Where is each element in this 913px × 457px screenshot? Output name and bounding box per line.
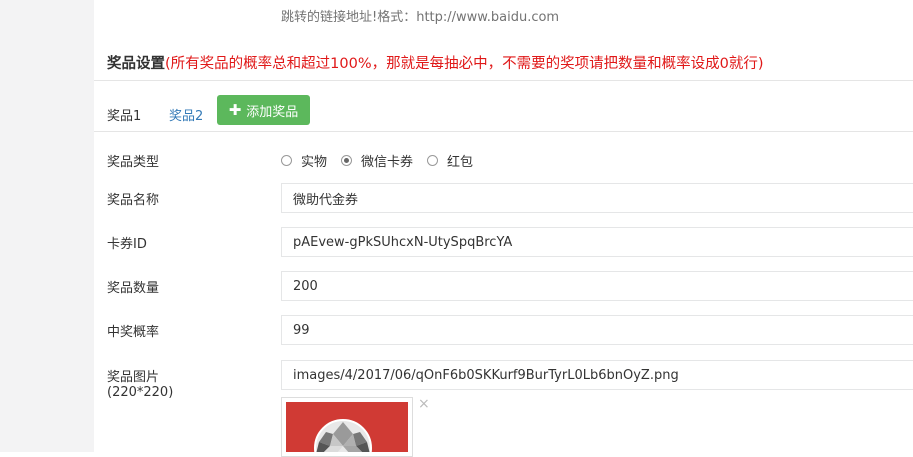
prize-name-input[interactable]: 微助代金券 bbox=[281, 183, 913, 213]
left-gutter bbox=[0, 0, 94, 452]
divider bbox=[94, 80, 913, 81]
radio-wechat-card[interactable]: 微信卡券 bbox=[341, 151, 413, 170]
plus-icon: ✚ bbox=[228, 100, 242, 119]
section-title-text: 奖品设置 bbox=[107, 56, 165, 72]
divider bbox=[94, 131, 913, 132]
add-prize-button[interactable]: ✚ 添加奖品 bbox=[217, 95, 310, 125]
radio-circle[interactable] bbox=[281, 155, 292, 166]
prize-type-radio-group: 实物 微信卡券 红包 bbox=[281, 151, 487, 170]
link-hint: 跳转的链接地址!格式：http://www.baidu.com bbox=[281, 10, 560, 25]
tab-prize-1[interactable]: 奖品1 bbox=[107, 105, 141, 124]
prize-image-size-note: (220*220) bbox=[107, 385, 174, 400]
win-probability-input[interactable]: 99 bbox=[281, 315, 913, 345]
diamond-image bbox=[286, 402, 408, 452]
prize-name-label: 奖品名称 bbox=[107, 193, 160, 208]
add-prize-label: 添加奖品 bbox=[246, 104, 299, 120]
prize-quantity-label: 奖品数量 bbox=[107, 281, 160, 296]
main-panel: 跳转的链接地址!格式：http://www.baidu.com 奖品设置(所有奖… bbox=[94, 0, 913, 457]
prize-image-label: 奖品图片 bbox=[107, 370, 160, 385]
card-id-label: 卡券ID bbox=[107, 237, 147, 252]
radio-label: 实物 bbox=[301, 155, 328, 170]
radio-circle[interactable] bbox=[427, 155, 439, 166]
radio-red-packet[interactable]: 红包 bbox=[427, 151, 473, 170]
radio-physical[interactable]: 实物 bbox=[281, 151, 327, 170]
prize-type-label: 奖品类型 bbox=[107, 155, 160, 170]
section-title: 奖品设置(所有奖品的概率总和超过100%，那就是每抽必中，不需要的奖项请把数量和… bbox=[107, 52, 764, 73]
radio-label: 红包 bbox=[447, 155, 474, 170]
prize-image-thumbnail bbox=[281, 397, 413, 457]
diamond-icon bbox=[314, 419, 372, 452]
section-warning: (所有奖品的概率总和超过100%，那就是每抽必中，不需要的奖项请把数量和概率设成… bbox=[165, 56, 764, 72]
remove-image-icon[interactable]: × bbox=[418, 397, 430, 411]
prize-quantity-input[interactable]: 200 bbox=[281, 271, 913, 301]
win-probability-label: 中奖概率 bbox=[107, 325, 160, 340]
card-id-input[interactable]: pAEvew-gPkSUhcxN-UtySpqBrcYA bbox=[281, 227, 913, 257]
prize-image-input[interactable]: images/4/2017/06/qOnF6b0SKKurf9BurTyrL0L… bbox=[281, 360, 913, 390]
tab-prize-2[interactable]: 奖品2 bbox=[169, 105, 203, 124]
radio-circle-selected[interactable] bbox=[341, 155, 353, 166]
radio-label: 微信卡券 bbox=[361, 155, 414, 170]
